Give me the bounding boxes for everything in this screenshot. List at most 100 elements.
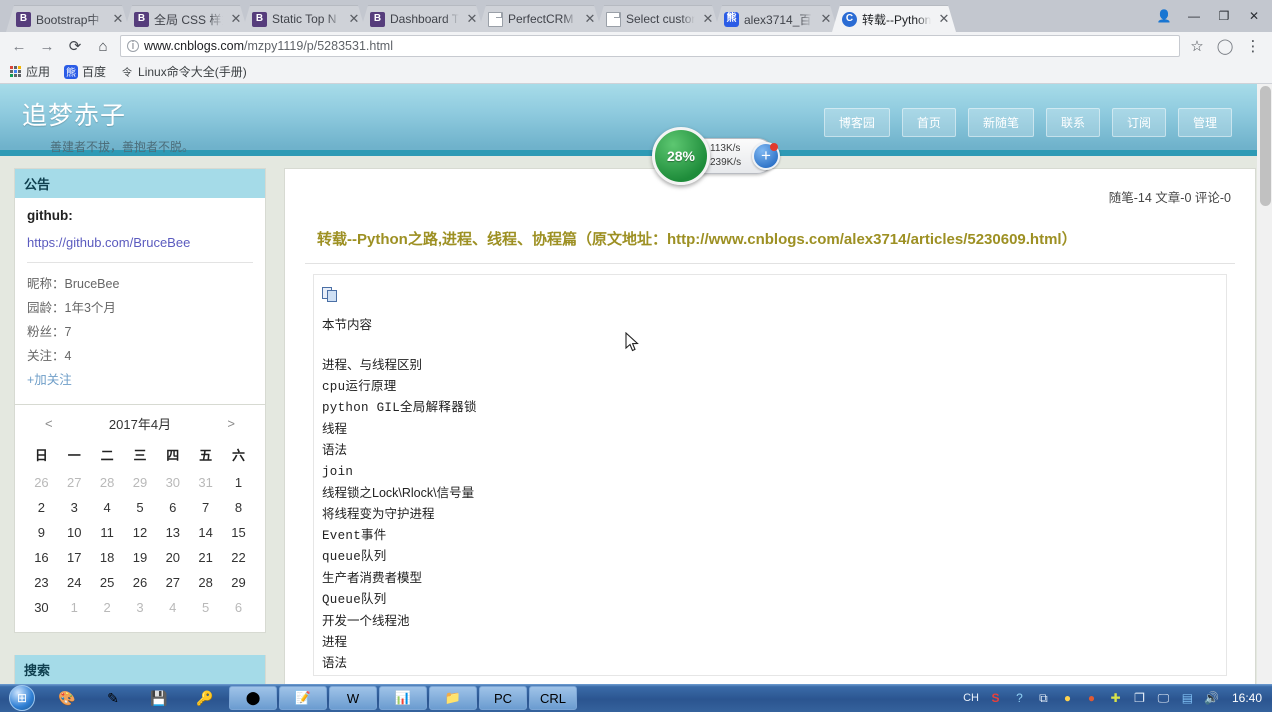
close-icon[interactable]: ✕: [464, 11, 480, 27]
close-icon[interactable]: ✕: [936, 11, 952, 27]
post-title[interactable]: 转载--Python之路,进程、线程、协程篇（原文地址：http://www.c…: [305, 206, 1235, 264]
browser-tab[interactable]: B 全局 CSS 样式 ✕: [124, 5, 248, 32]
calendar-day[interactable]: 12: [124, 520, 157, 545]
page-scrollbar[interactable]: [1257, 84, 1272, 684]
calendar-day[interactable]: 3: [58, 495, 91, 520]
calendar-day[interactable]: 27: [58, 470, 91, 495]
calendar-day[interactable]: 15: [222, 520, 255, 545]
calendar-day[interactable]: 23: [25, 570, 58, 595]
calendar-day[interactable]: 13: [156, 520, 189, 545]
browser-tab[interactable]: PerfectCRM ✕: [478, 5, 602, 32]
calendar-day[interactable]: 2: [91, 595, 124, 620]
calendar-day[interactable]: 26: [25, 470, 58, 495]
taskbar-window-word[interactable]: W: [329, 686, 377, 710]
close-icon[interactable]: ✕: [346, 11, 362, 27]
reload-icon[interactable]: ⟳: [64, 35, 86, 57]
calendar-day[interactable]: 17: [58, 545, 91, 570]
calendar-day[interactable]: 6: [222, 595, 255, 620]
taskbar-window-explorer[interactable]: 📁: [429, 686, 477, 710]
calendar-day[interactable]: 14: [189, 520, 222, 545]
calendar-day[interactable]: 19: [124, 545, 157, 570]
browser-tab[interactable]: B Bootstrap中 ✕: [6, 5, 130, 32]
calendar-day[interactable]: 5: [124, 495, 157, 520]
profile-icon[interactable]: ◯: [1214, 35, 1236, 57]
maximize-button[interactable]: ❐: [1210, 5, 1238, 27]
nav-item-subscribe[interactable]: 订阅: [1111, 108, 1166, 137]
taskbar-window-pycharm[interactable]: PC: [479, 686, 527, 710]
calendar-day[interactable]: 27: [156, 570, 189, 595]
calendar-day[interactable]: 1: [222, 470, 255, 495]
github-link[interactable]: https://github.com/BruceBee: [27, 235, 253, 263]
network-icon[interactable]: ⧉: [1036, 691, 1051, 706]
calendar-day[interactable]: 31: [189, 470, 222, 495]
calendar-day[interactable]: 6: [156, 495, 189, 520]
calendar-day[interactable]: 22: [222, 545, 255, 570]
bookmark-apps[interactable]: 应用: [8, 63, 50, 80]
calendar-day[interactable]: 4: [156, 595, 189, 620]
calendar-day[interactable]: 26: [124, 570, 157, 595]
calendar-day[interactable]: 21: [189, 545, 222, 570]
shield-icon[interactable]: ✚: [1108, 691, 1123, 706]
calendar-day[interactable]: 18: [91, 545, 124, 570]
user-icon[interactable]: 👤: [1150, 5, 1178, 27]
add-task-button[interactable]: +: [752, 142, 780, 170]
calendar-day[interactable]: 9: [25, 520, 58, 545]
quicklaunch-icon[interactable]: ✎: [90, 685, 136, 711]
calendar-day[interactable]: 28: [189, 570, 222, 595]
calendar-day[interactable]: 16: [25, 545, 58, 570]
calendar-day[interactable]: 4: [91, 495, 124, 520]
close-icon[interactable]: ✕: [228, 11, 244, 27]
volume-icon[interactable]: 🔊: [1204, 691, 1219, 706]
speed-widget[interactable]: 28% ↑ 113K/s ↓ 239K/s +: [652, 127, 780, 185]
quicklaunch-icon[interactable]: 🔑: [182, 685, 228, 711]
start-button[interactable]: ⊞: [0, 684, 44, 712]
home-icon[interactable]: ⌂: [92, 35, 114, 57]
monitor-icon[interactable]: 🖵: [1156, 691, 1171, 706]
minimize-button[interactable]: —: [1180, 5, 1208, 27]
screen-icon[interactable]: ▤: [1180, 691, 1195, 706]
close-icon[interactable]: ✕: [700, 11, 716, 27]
close-icon[interactable]: ✕: [110, 11, 126, 27]
qq-help-icon[interactable]: ?: [1012, 691, 1027, 706]
calendar-next-icon[interactable]: >: [227, 416, 235, 431]
calendar-day[interactable]: 20: [156, 545, 189, 570]
ime-indicator[interactable]: CH: [963, 692, 979, 704]
nav-item-manage[interactable]: 管理: [1177, 108, 1232, 137]
menu-icon[interactable]: ⋮: [1242, 35, 1264, 57]
clock[interactable]: 16:40: [1232, 691, 1262, 705]
record-icon[interactable]: ●: [1084, 691, 1099, 706]
bookmark-star-icon[interactable]: ☆: [1186, 35, 1208, 57]
back-icon[interactable]: ←: [8, 35, 30, 57]
taskbar-window-chrome[interactable]: ⬤: [229, 686, 277, 710]
copy-icon[interactable]: [322, 287, 340, 303]
browser-tab[interactable]: B Dashboard T ✕: [360, 5, 484, 32]
browser-tab[interactable]: 熊 alex3714_百 ✕: [714, 5, 838, 32]
calendar-prev-icon[interactable]: <: [45, 416, 53, 431]
calendar-day[interactable]: 25: [91, 570, 124, 595]
quicklaunch-icon[interactable]: 🎨: [44, 685, 90, 711]
calendar-day[interactable]: 2: [25, 495, 58, 520]
calendar-day[interactable]: 28: [91, 470, 124, 495]
calendar-day[interactable]: 29: [222, 570, 255, 595]
calendar-day[interactable]: 29: [124, 470, 157, 495]
calendar-day[interactable]: 5: [189, 595, 222, 620]
taskbar-window-excel[interactable]: 📊: [379, 686, 427, 710]
nav-item-home[interactable]: 首页: [901, 108, 956, 137]
forward-icon[interactable]: →: [36, 35, 58, 57]
close-window-button[interactable]: ✕: [1240, 5, 1268, 27]
calendar-day[interactable]: 24: [58, 570, 91, 595]
close-icon[interactable]: ✕: [818, 11, 834, 27]
bookmark-baidu[interactable]: 熊 百度: [64, 63, 106, 80]
address-bar[interactable]: i www.cnblogs.com/mzpy1119/p/5283531.htm…: [120, 35, 1180, 57]
calendar-day[interactable]: 7: [189, 495, 222, 520]
browser-tab[interactable]: Select custon ✕: [596, 5, 720, 32]
taskbar-window-editor[interactable]: 📝: [279, 686, 327, 710]
qq-icon[interactable]: ●: [1060, 691, 1075, 706]
bookmark-linux[interactable]: 令 Linux命令大全(手册): [120, 63, 247, 80]
sogou-icon[interactable]: S: [988, 691, 1003, 706]
taskbar-window-crl[interactable]: CRL: [529, 686, 577, 710]
scrollbar-thumb[interactable]: [1260, 86, 1271, 206]
browser-tab[interactable]: B Static Top N ✕: [242, 5, 366, 32]
calendar-day[interactable]: 30: [156, 470, 189, 495]
calendar-day[interactable]: 11: [91, 520, 124, 545]
